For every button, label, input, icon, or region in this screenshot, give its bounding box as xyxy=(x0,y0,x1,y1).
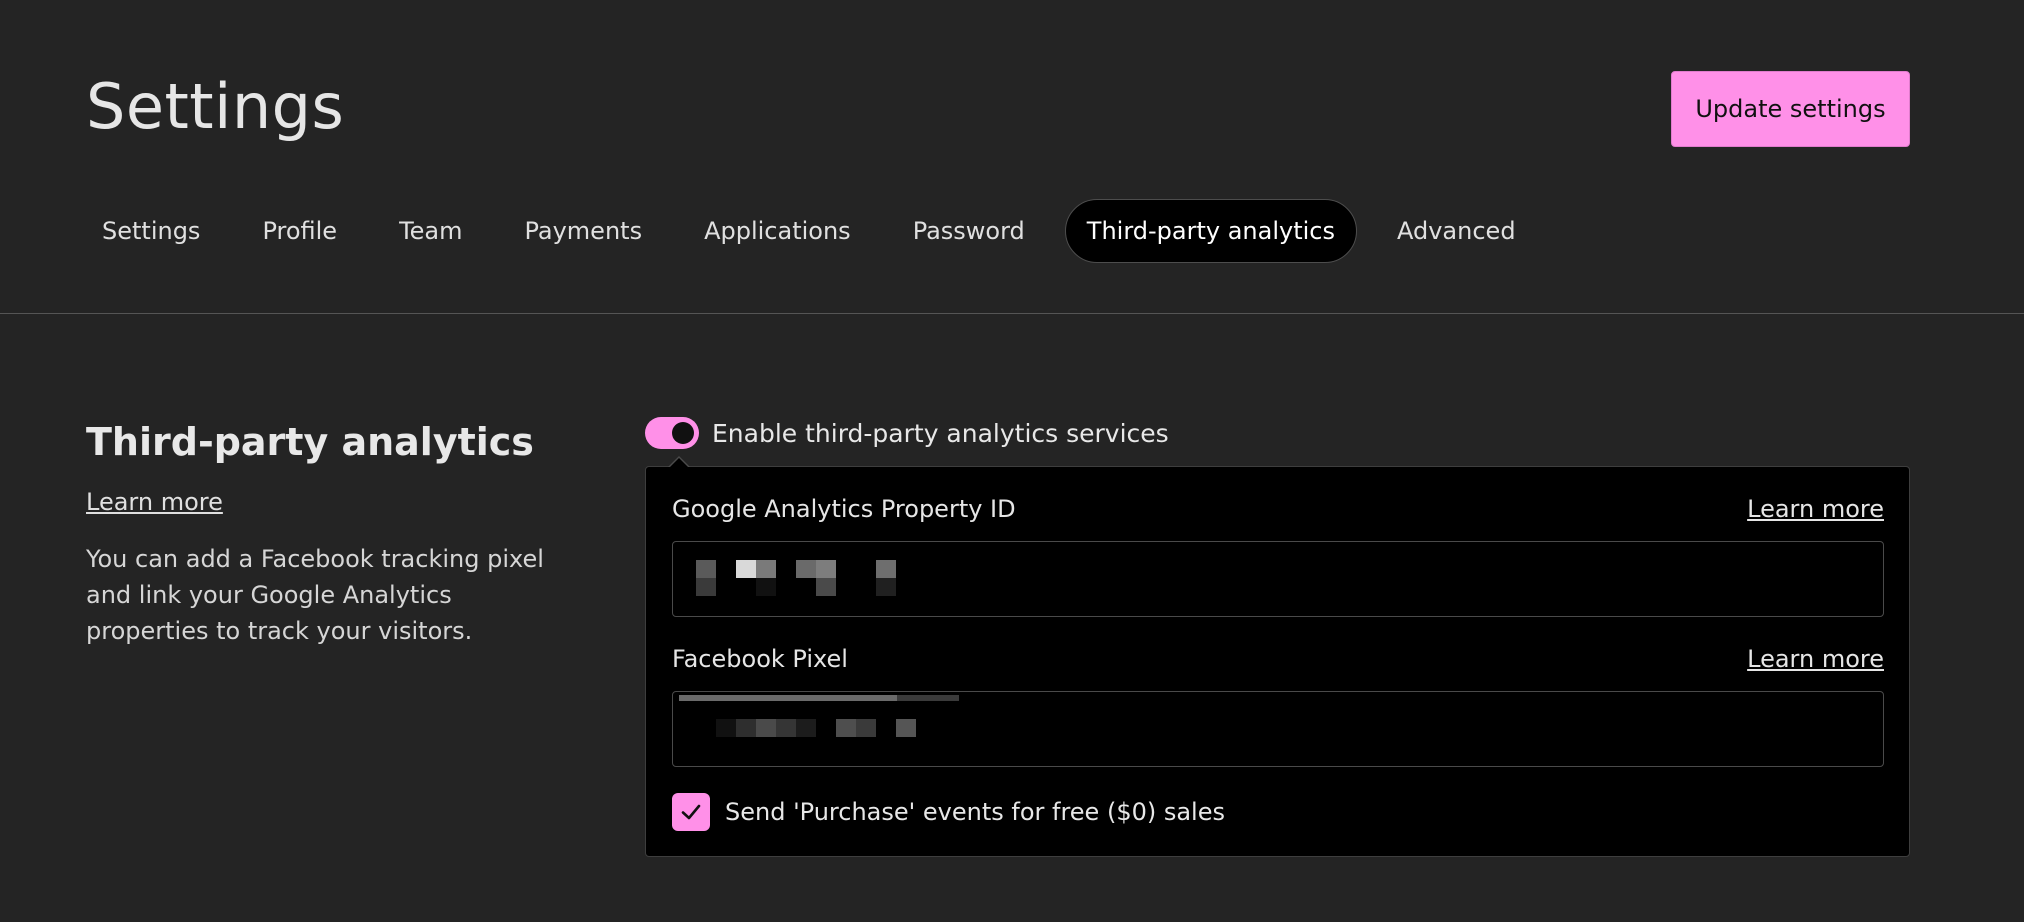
purchase-events-label: Send 'Purchase' events for free ($0) sal… xyxy=(725,798,1225,826)
section-description: You can add a Facebook tracking pixel an… xyxy=(86,545,544,645)
analytics-toggle[interactable] xyxy=(645,417,699,449)
analytics-panel: Google Analytics Property ID Learn more … xyxy=(645,456,1910,857)
google-analytics-learn-more-link[interactable]: Learn more xyxy=(1747,495,1884,523)
tab-third-party-analytics[interactable]: Third-party analytics xyxy=(1064,199,1357,263)
tab-profile[interactable]: Profile xyxy=(240,199,359,263)
settings-header: Settings Update settings Settings Profil… xyxy=(0,0,2024,314)
page-title: Settings xyxy=(86,70,345,143)
purchase-events-row: Send 'Purchase' events for free ($0) sal… xyxy=(672,793,1225,831)
checkmark-icon xyxy=(681,804,701,820)
google-analytics-input[interactable] xyxy=(672,541,1884,617)
tab-settings[interactable]: Settings xyxy=(80,199,222,263)
section-learn-more-link[interactable]: Learn more xyxy=(86,488,223,516)
facebook-pixel-label: Facebook Pixel xyxy=(672,645,848,673)
purchase-events-checkbox[interactable] xyxy=(672,793,710,831)
analytics-toggle-label: Enable third-party analytics services xyxy=(712,418,1169,448)
tab-applications[interactable]: Applications xyxy=(682,199,873,263)
input-loading-fill xyxy=(679,695,898,701)
analytics-toggle-row: Enable third-party analytics services xyxy=(645,415,1169,451)
update-settings-button[interactable]: Update settings xyxy=(1671,71,1910,147)
settings-tabs: Settings Profile Team Payments Applicati… xyxy=(80,199,1556,263)
google-analytics-label: Google Analytics Property ID xyxy=(672,495,1016,523)
facebook-pixel-input[interactable] xyxy=(672,691,1884,767)
tab-team[interactable]: Team xyxy=(377,199,484,263)
tab-payments[interactable]: Payments xyxy=(503,199,665,263)
facebook-pixel-learn-more-link[interactable]: Learn more xyxy=(1747,645,1884,673)
tab-advanced[interactable]: Advanced xyxy=(1375,199,1538,263)
input-loading-bar xyxy=(679,695,959,701)
toggle-knob xyxy=(672,422,694,444)
tab-password[interactable]: Password xyxy=(891,199,1047,263)
section-title: Third-party analytics xyxy=(86,420,534,464)
